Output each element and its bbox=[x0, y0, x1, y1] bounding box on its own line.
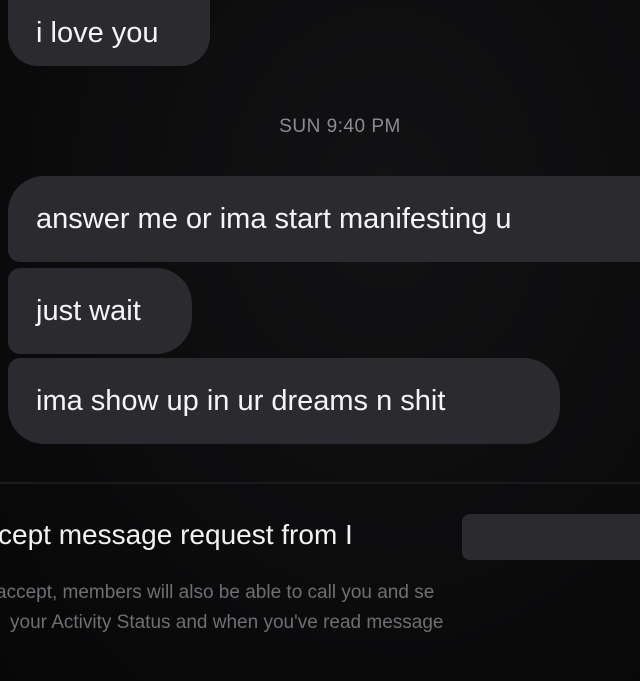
message-text: just wait bbox=[36, 294, 141, 327]
message-request-screen: i love you SUN 9:40 PM answer me or ima … bbox=[0, 0, 640, 681]
message-text: answer me or ima start manifesting u bbox=[36, 202, 512, 235]
message-timestamp: SUN 9:40 PM bbox=[279, 116, 401, 137]
request-info-text: accept, members will also be able to cal… bbox=[0, 582, 435, 603]
message-bubble[interactable]: ima show up in ur dreams n shit bbox=[8, 358, 560, 444]
section-divider bbox=[0, 482, 640, 484]
message-text: ima show up in ur dreams n shit bbox=[36, 384, 446, 417]
message-bubble[interactable]: answer me or ima start manifesting u bbox=[8, 176, 640, 262]
message-bubble[interactable]: i love you bbox=[8, 0, 210, 66]
message-text: i love you bbox=[36, 16, 159, 49]
message-request-title: cept message request from I bbox=[0, 519, 353, 550]
redacted-username bbox=[462, 514, 640, 560]
message-bubble[interactable]: just wait bbox=[8, 268, 192, 354]
request-info-text: your Activity Status and when you've rea… bbox=[10, 612, 444, 633]
